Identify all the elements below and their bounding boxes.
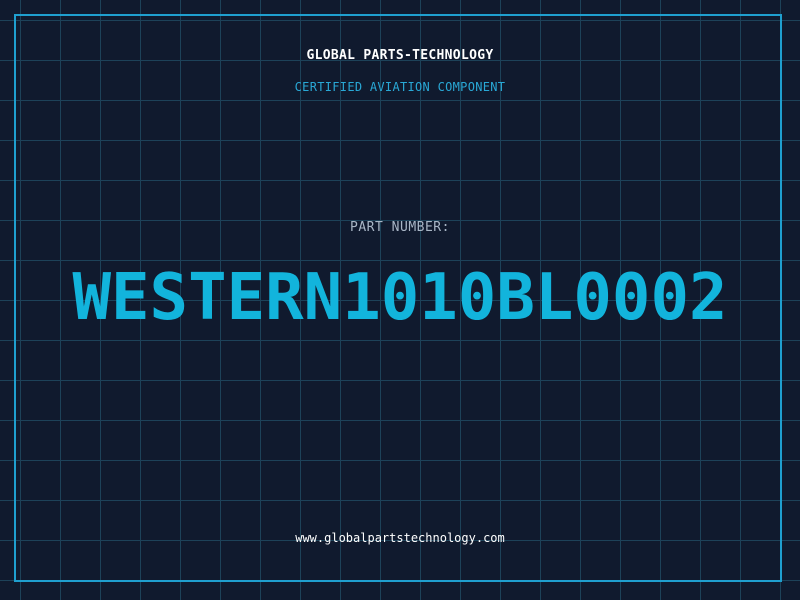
label-card: GLOBAL PARTS-TECHNOLOGY CERTIFIED AVIATI…	[0, 0, 800, 600]
certification-subtitle: CERTIFIED AVIATION COMPONENT	[294, 80, 506, 94]
part-number-value: WESTERN1010BL0002	[72, 261, 728, 335]
part-number-label: PART NUMBER:	[350, 220, 450, 235]
website-url: www.globalpartstechnology.com	[295, 531, 505, 545]
company-name: GLOBAL PARTS-TECHNOLOGY	[306, 48, 494, 63]
